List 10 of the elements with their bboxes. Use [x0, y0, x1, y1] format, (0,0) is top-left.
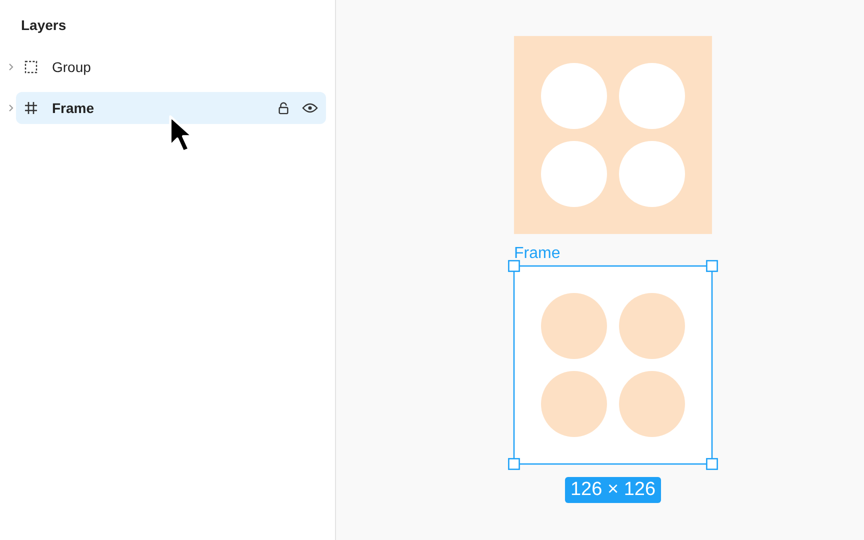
- chevron-icon[interactable]: [8, 63, 14, 71]
- dashed-square-icon: [24, 60, 38, 74]
- hash-icon: [24, 101, 38, 115]
- chevron-icon[interactable]: [8, 104, 14, 112]
- size-badge: 126 × 126: [565, 477, 661, 503]
- layer-item[interactable]: Group: [16, 51, 326, 83]
- layer-item[interactable]: Frame: [16, 92, 326, 124]
- panel-title: Layers: [20, 17, 68, 33]
- unlocked-icon[interactable]: [277, 101, 290, 115]
- eye-icon[interactable]: [302, 102, 318, 114]
